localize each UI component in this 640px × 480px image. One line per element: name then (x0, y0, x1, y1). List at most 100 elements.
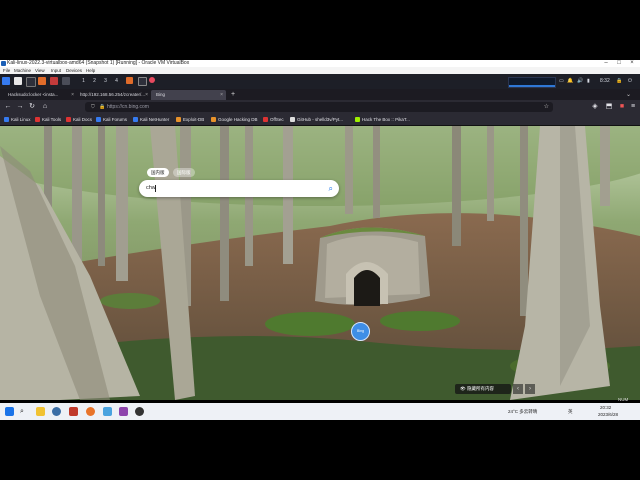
maximize-icon[interactable]: □ (613, 60, 625, 67)
taskbar-time[interactable]: 20:32 (600, 405, 611, 410)
bookmark-google-hacking-db[interactable]: Google Hacking DB (211, 115, 258, 125)
bell-icon[interactable]: 🔔 (567, 77, 573, 86)
prev-image-icon[interactable]: ‹ (513, 384, 523, 394)
forward-icon[interactable]: → (15, 102, 25, 112)
app-icon[interactable] (50, 77, 58, 85)
reload-icon[interactable]: ↻ (27, 102, 37, 112)
text-caret (155, 185, 156, 192)
bookmark-github[interactable]: GitHub - shelld3v/Pyt... (290, 115, 343, 125)
menu-file[interactable]: File (3, 67, 10, 74)
menu-help[interactable]: Help (86, 67, 95, 74)
bookmark-kali-linux[interactable]: Kali Linux (4, 115, 31, 125)
menu-devices[interactable]: Devices (66, 67, 82, 74)
kali-menu-icon[interactable] (2, 77, 10, 85)
workspace-2[interactable]: 2 (91, 77, 98, 85)
terminal-task-icon[interactable] (138, 77, 147, 86)
burp-task-icon[interactable] (149, 77, 155, 83)
search-icon[interactable]: ⌕ (329, 180, 333, 197)
taskbar-date[interactable]: 2023/6/28 (598, 412, 618, 417)
eye-icon: 👁 (460, 386, 467, 391)
menu-machine[interactable]: Machine (14, 67, 31, 74)
addon-icon[interactable]: ■ (617, 102, 627, 112)
windows-start-icon[interactable] (5, 407, 14, 416)
url-bar[interactable]: ⛉ 🔒 https://cn.bing.com ☆ (85, 102, 553, 112)
panel-clock: 8:32 (600, 78, 610, 84)
files-icon[interactable] (14, 77, 22, 85)
browser-tab-bar: Hacksudo:locker <insta... × http://192.1… (0, 89, 640, 100)
bing-search-box[interactable]: chw ⌕ (139, 180, 339, 197)
tab-zcreater[interactable]: http://192.168.56.254/zcreater/... × (75, 90, 151, 100)
firefox-icon[interactable] (86, 407, 95, 416)
minimize-icon[interactable]: – (600, 60, 612, 67)
shield-icon[interactable]: ⛉ (91, 102, 95, 112)
tab-label: http://192.168.56.254/zcreater/... (80, 92, 146, 97)
app-icon[interactable] (62, 77, 70, 85)
scope-domestic-button[interactable]: 国内版 (147, 168, 169, 177)
home-icon[interactable]: ⌂ (40, 102, 50, 112)
next-image-icon[interactable]: › (525, 384, 535, 394)
workspace-3[interactable]: 3 (102, 77, 109, 85)
tab-bing[interactable]: Bing × (151, 90, 226, 100)
kali-top-panel: 1 2 3 4 ▭ 🔔 🔊 ▮ 8:32 🔒 ⏻ (0, 74, 640, 89)
vbox-menu-bar: File Machine View Input Devices Help (0, 67, 640, 74)
bookmark-kali-docs[interactable]: Kali Docs (66, 115, 92, 125)
tab-label: Bing (156, 92, 166, 97)
app-icon[interactable] (135, 407, 144, 416)
cpu-usage-graph (508, 77, 556, 88)
vbox-title-bar: Kali-linux-2022.3-virtualbox-amd64 (Snap… (0, 60, 640, 67)
app-icon[interactable] (52, 407, 61, 416)
firefox-task-icon[interactable] (126, 77, 133, 84)
display-icon[interactable]: ▭ (559, 77, 564, 86)
menu-icon[interactable]: ≡ (628, 102, 638, 112)
bookmark-kali-tools[interactable]: Kali Tools (35, 115, 61, 125)
forest-background-image (0, 126, 640, 400)
hide-content-label: 隐藏所有内容 (466, 386, 494, 391)
bing-chat-label: Bing (356, 329, 364, 333)
lock-icon[interactable]: 🔒 (99, 102, 105, 112)
tab-list-icon[interactable]: ⌄ (626, 90, 631, 100)
bookmark-exploit-db[interactable]: Exploit-DB (176, 115, 204, 125)
workspace-1[interactable]: 1 (80, 77, 87, 85)
language-indicator[interactable]: 英 (568, 409, 573, 415)
lock-icon[interactable]: 🔒 (616, 77, 622, 86)
bing-page: 国内版 国际版 chw ⌕ Bing 👁 隐藏所有内容 ‹ › (0, 126, 640, 400)
power-icon[interactable]: ⏻ (628, 77, 632, 86)
bookmark-kali-nethunter[interactable]: Kali NetHunter (133, 115, 169, 125)
windows-taskbar: ⌕ 24°C 多云转晴 英 20:32 2023/6/28 NUM (0, 397, 640, 420)
bookmark-hackthebox[interactable]: Hack The Box :: PikaT... (355, 115, 410, 125)
bing-chat-button[interactable]: Bing (351, 322, 370, 341)
tab-close-icon[interactable]: × (71, 90, 74, 100)
app-icon[interactable] (103, 407, 112, 416)
search-icon[interactable]: ⌕ (20, 407, 24, 416)
volume-icon[interactable]: 🔊 (577, 77, 583, 86)
terminal-icon[interactable] (26, 77, 36, 87)
scope-international-button[interactable]: 国际版 (173, 168, 195, 177)
url-text: https://cn.bing.com (107, 104, 149, 110)
back-icon[interactable]: ← (3, 102, 13, 112)
app-icon[interactable] (69, 407, 78, 416)
virtualbox-icon (1, 61, 6, 66)
tab-label: Hacksudo:locker <insta... (8, 92, 59, 97)
tab-close-icon[interactable]: × (145, 90, 148, 100)
bookmark-star-icon[interactable]: ☆ (544, 102, 549, 112)
num-lock-indicator: NUM (618, 397, 629, 402)
bookmark-kali-forums[interactable]: Kali Forums (96, 115, 127, 125)
menu-input[interactable]: Input (51, 67, 61, 74)
app-icon[interactable] (119, 407, 128, 416)
firefox-icon[interactable] (38, 77, 46, 85)
bookmarks-bar: Kali Linux Kali Tools Kali Docs Kali For… (0, 115, 640, 126)
menu-view[interactable]: View (35, 67, 45, 74)
weather-text[interactable]: 24°C 多云转晴 (508, 409, 537, 415)
vbox-window-title: Kali-linux-2022.3-virtualbox-amd64 (Snap… (7, 60, 190, 66)
bookmark-offsec[interactable]: OffSec (263, 115, 284, 125)
workspace-4[interactable]: 4 (113, 77, 120, 85)
extension-icon[interactable]: ⬒ (604, 102, 614, 112)
pocket-icon[interactable]: ◈ (590, 102, 600, 112)
tab-hacksudo[interactable]: Hacksudo:locker <insta... × (3, 90, 77, 100)
tab-close-icon[interactable]: × (220, 90, 223, 100)
new-tab-button[interactable]: + (228, 90, 238, 100)
file-explorer-icon[interactable] (36, 407, 45, 416)
hide-content-button[interactable]: 👁 隐藏所有内容 (455, 384, 511, 394)
close-icon[interactable]: × (626, 60, 638, 67)
battery-icon[interactable]: ▮ (587, 77, 590, 86)
